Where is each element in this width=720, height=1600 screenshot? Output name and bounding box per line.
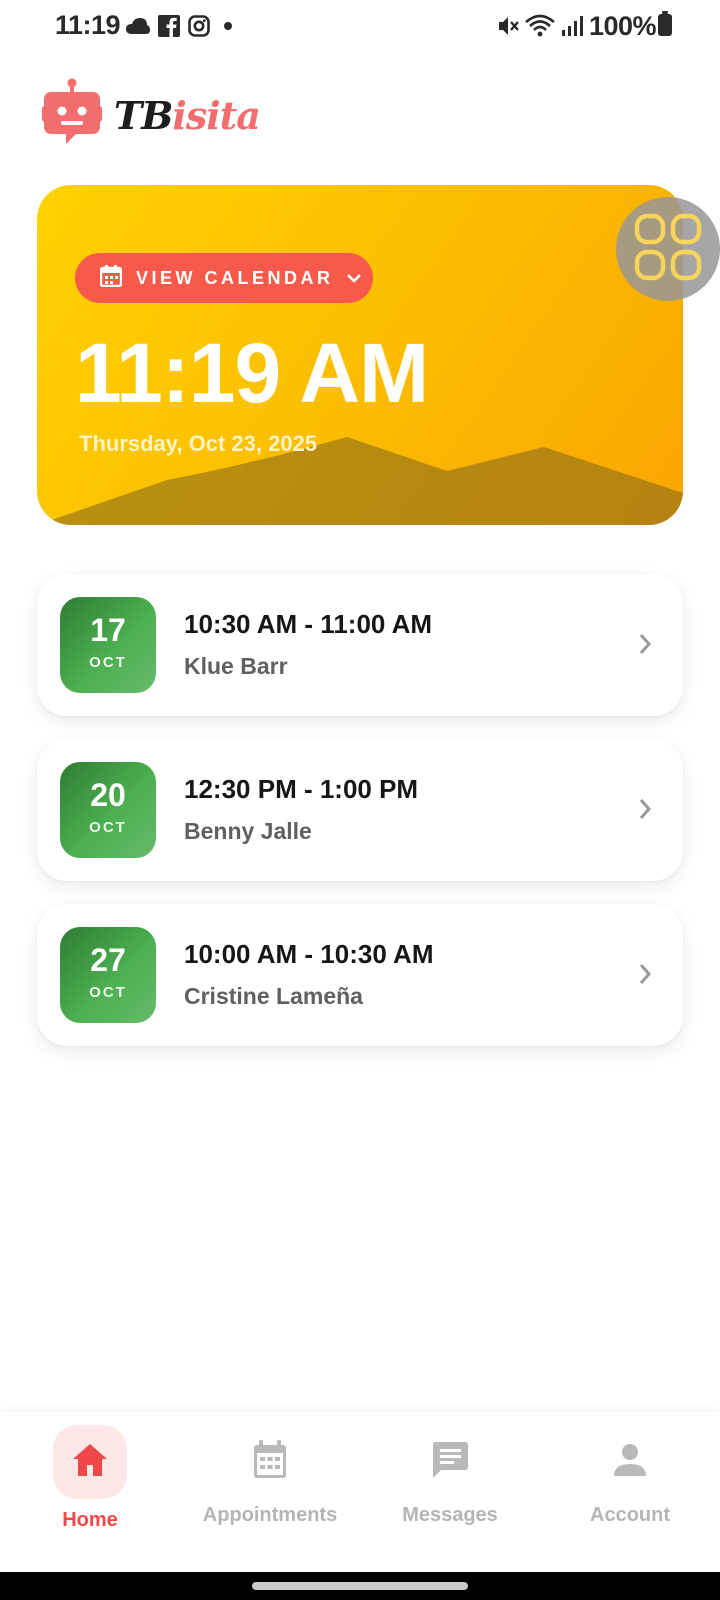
logo-prefix: TB xyxy=(114,92,173,138)
appointment-time: 10:00 AM - 10:30 AM xyxy=(184,939,434,969)
date-badge: 17 OCT xyxy=(60,597,156,693)
clock-card: VIEW CALENDAR 11:19 AM Thursday, Oct 23,… xyxy=(37,185,683,525)
nav-appointments-icon-wrap xyxy=(233,1425,307,1499)
appointment-card[interactable]: 27 OCT 10:00 AM - 10:30 AM Cristine Lame… xyxy=(37,904,683,1046)
grid-icon xyxy=(634,213,702,286)
date-day: 27 xyxy=(90,942,126,978)
chevron-right-icon xyxy=(637,961,653,987)
appointment-name: Klue Barr xyxy=(184,653,288,679)
nav-appointments[interactable]: Appointments xyxy=(180,1412,360,1572)
date-month: OCT xyxy=(89,654,127,671)
home-gesture-pill[interactable] xyxy=(252,1582,468,1590)
nav-account-label: Account xyxy=(590,1504,670,1526)
status-bar: 11:19 100% xyxy=(0,0,720,52)
nav-appointments-label: Appointments xyxy=(202,1504,338,1526)
nav-account[interactable]: Account xyxy=(540,1412,720,1572)
calendar-icon xyxy=(252,1439,288,1485)
nav-messages-icon-wrap xyxy=(413,1425,487,1499)
status-left-icons xyxy=(126,14,240,38)
calendar-icon xyxy=(99,264,123,292)
chevron-right-icon xyxy=(637,631,653,657)
notification-dot xyxy=(224,22,232,30)
view-calendar-button[interactable]: VIEW CALENDAR xyxy=(75,253,373,303)
chevron-right-icon xyxy=(637,796,653,822)
battery-percent: 100% xyxy=(588,10,657,41)
date-day: 20 xyxy=(90,777,126,813)
date-month: OCT xyxy=(89,819,127,836)
current-time: 11:19 AM xyxy=(75,326,429,420)
nav-home-highlight xyxy=(53,1425,127,1499)
nav-home-label: Home xyxy=(62,1509,118,1531)
wifi-icon xyxy=(525,14,555,38)
bottom-navigation: Home Appointments Messages Account xyxy=(0,1412,720,1572)
view-calendar-label: VIEW CALENDAR xyxy=(136,267,334,288)
message-icon xyxy=(431,1441,469,1484)
logo-wordmark: TBisita xyxy=(114,92,261,138)
assistive-menu-button[interactable] xyxy=(616,197,720,301)
appointment-card[interactable]: 20 OCT 12:30 PM - 1:00 PM Benny Jalle xyxy=(37,739,683,881)
current-date: Thursday, Oct 23, 2025 xyxy=(79,431,318,456)
nav-home[interactable]: Home xyxy=(0,1412,180,1572)
status-right-icons: 100% xyxy=(491,10,657,41)
cloud-icon xyxy=(126,17,150,35)
chevron-down-icon xyxy=(346,272,362,284)
status-time: 11:19 xyxy=(55,10,121,40)
robot-logo-icon xyxy=(42,78,102,153)
appointment-card[interactable]: 17 OCT 10:30 AM - 11:00 AM Klue Barr xyxy=(37,574,683,716)
date-badge: 27 OCT xyxy=(60,927,156,1023)
date-badge: 20 OCT xyxy=(60,762,156,858)
appointment-name: Cristine Lameña xyxy=(184,983,363,1009)
battery-icon xyxy=(658,11,672,36)
appointment-name: Benny Jalle xyxy=(184,818,312,844)
date-month: OCT xyxy=(89,984,127,1001)
nav-messages-label: Messages xyxy=(402,1504,498,1526)
home-icon xyxy=(72,1443,108,1482)
nav-messages[interactable]: Messages xyxy=(360,1412,540,1572)
signal-icon xyxy=(561,15,583,37)
date-day: 17 xyxy=(90,612,126,648)
instagram-icon xyxy=(188,15,210,37)
appointment-time: 12:30 PM - 1:00 PM xyxy=(184,774,419,804)
facebook-icon xyxy=(158,15,180,37)
nav-account-icon-wrap xyxy=(593,1425,667,1499)
app-logo: TBisita xyxy=(42,78,261,153)
appointment-time: 10:30 AM - 11:00 AM xyxy=(184,609,433,639)
system-nav-bar xyxy=(0,1572,720,1600)
logo-suffix: isita xyxy=(172,92,260,138)
mute-icon xyxy=(497,15,519,37)
person-icon xyxy=(613,1443,647,1482)
